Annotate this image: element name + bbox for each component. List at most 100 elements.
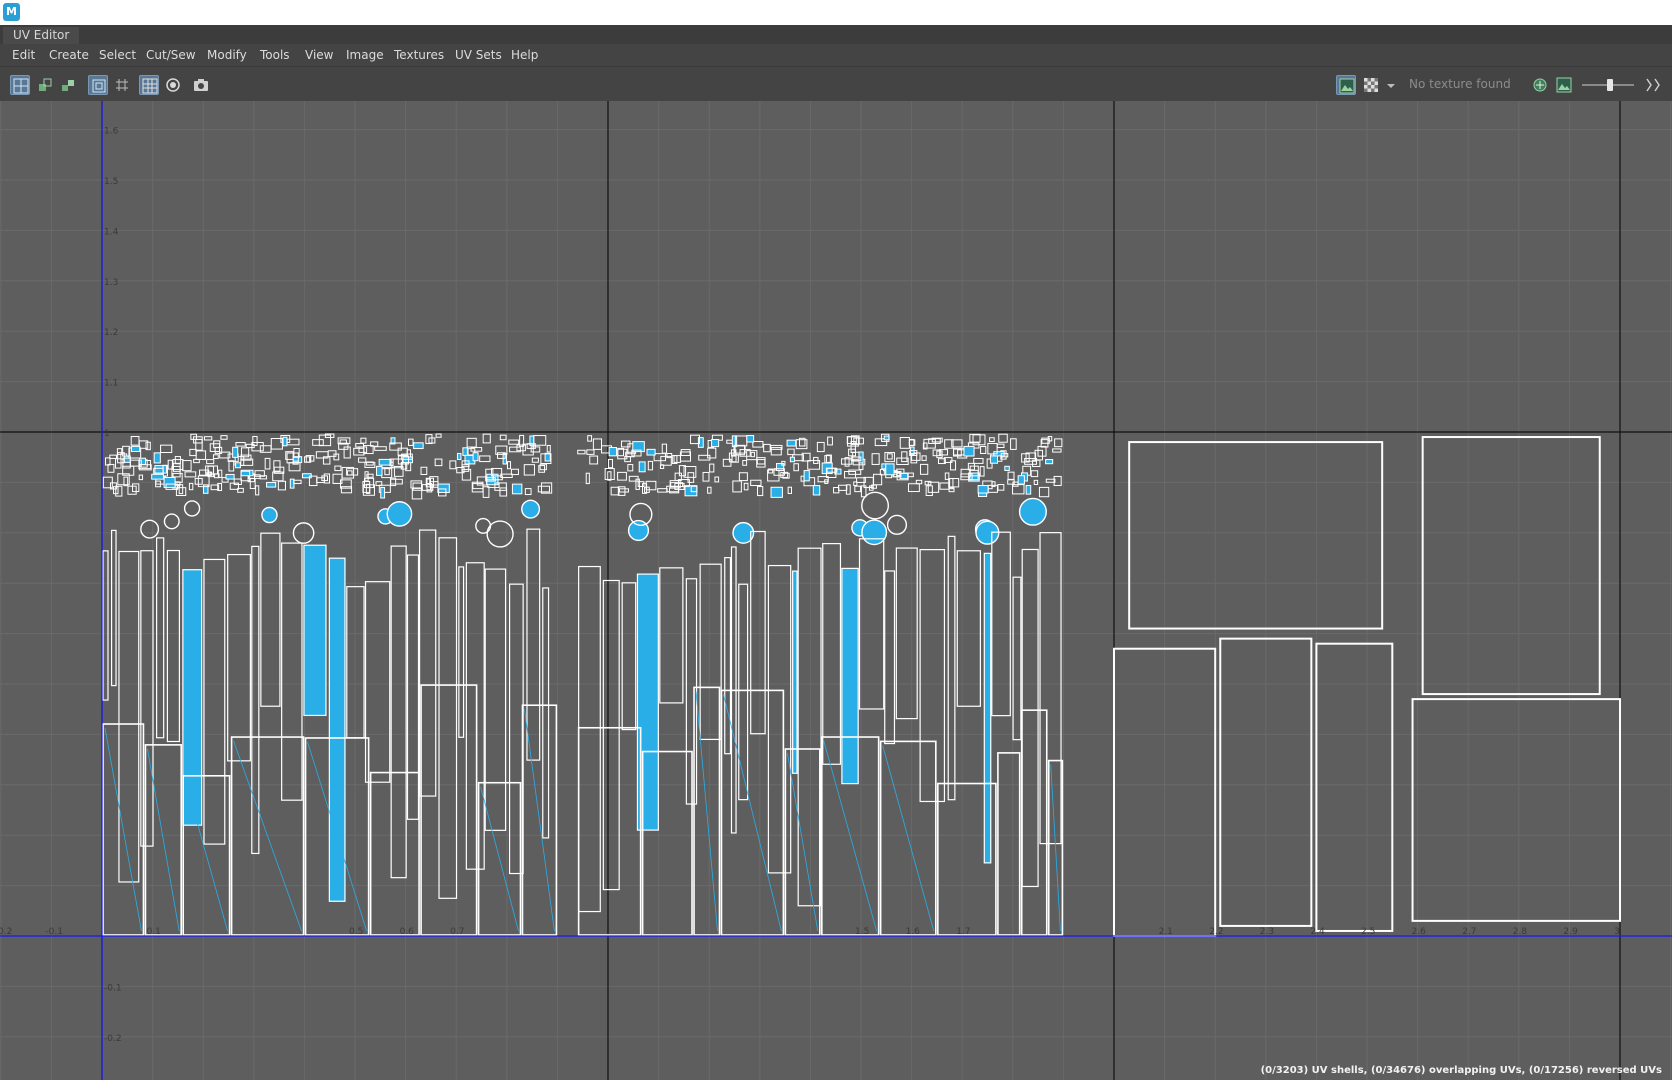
uv-shell <box>346 470 353 476</box>
v-axis-label: 1 <box>104 429 110 439</box>
panel-tab-row: UV Editor <box>0 25 1672 44</box>
menu-tools[interactable]: Tools <box>260 44 290 66</box>
uv-shell <box>714 476 720 483</box>
uv-shell <box>841 458 853 465</box>
uv-shell <box>390 478 403 485</box>
display-image-icon[interactable] <box>1336 75 1356 95</box>
texture-borders-icon[interactable] <box>112 75 132 95</box>
uv-shell <box>797 547 822 907</box>
u-axis-label: -0.2 <box>0 927 12 937</box>
uv-shell <box>380 486 386 499</box>
uv-tile-1002-shells[interactable] <box>577 433 1064 936</box>
uv-shell <box>742 460 748 466</box>
uv-shell <box>465 562 485 870</box>
u-axis-label: 3 <box>1614 927 1620 937</box>
checker-tile-icon[interactable] <box>1361 75 1381 95</box>
uv-shell <box>220 435 228 440</box>
uv-shell <box>907 483 920 493</box>
menu-edit[interactable]: Edit <box>12 44 35 66</box>
menu-help[interactable]: Help <box>511 44 538 66</box>
checker-grid-icon[interactable] <box>139 75 159 95</box>
uv-shell <box>282 436 288 447</box>
u-axis-label: 1.7 <box>956 927 970 937</box>
uv-shell <box>621 582 637 731</box>
menu-uv-sets[interactable]: UV Sets <box>455 44 502 66</box>
uv-shell <box>378 458 392 466</box>
uv-shell <box>358 446 368 453</box>
uv-shell <box>661 443 668 454</box>
uv-shell <box>303 544 327 717</box>
uv-shell <box>822 543 842 765</box>
uv-edge-selected <box>1050 764 1061 932</box>
uv-shell <box>251 545 260 855</box>
uv-shell <box>110 529 117 687</box>
uv-shell <box>763 443 771 453</box>
dropdown-arrow-icon[interactable] <box>1384 75 1398 95</box>
menu-textures[interactable]: Textures <box>394 44 444 66</box>
uv-shell <box>787 486 793 494</box>
snapshot-camera-icon[interactable] <box>191 75 211 95</box>
uv-shell <box>381 468 393 479</box>
uv-shell <box>374 446 387 451</box>
uv-shell <box>750 451 755 458</box>
uv-shell <box>738 472 748 482</box>
uv-shell <box>659 567 684 704</box>
uv-shell <box>587 435 593 442</box>
uv-shell <box>1045 459 1054 465</box>
menu-image[interactable]: Image <box>346 44 384 66</box>
uv-shell <box>827 436 833 446</box>
uv-tile-1001-shells[interactable] <box>102 433 558 936</box>
uv-smudge-icon[interactable] <box>35 75 55 95</box>
texture-status: No texture found <box>1409 77 1511 91</box>
uv-shell <box>1018 497 1047 526</box>
uv-shell <box>617 471 627 481</box>
uv-shell <box>293 479 302 485</box>
uv-viewport[interactable]: 1.6 1.5 1.4 1.3 1.2 1.1 1 -0.1 -0.2 -0.2 -0.1 0.1 0… <box>0 101 1672 1080</box>
uv-shell <box>526 528 541 761</box>
color-management-icon[interactable] <box>1554 75 1574 95</box>
uv-shell <box>1030 470 1039 478</box>
exposure-icon[interactable] <box>1530 75 1550 95</box>
menu-cut-sew[interactable]: Cut/Sew <box>146 44 196 66</box>
isolate-select-icon[interactable] <box>163 75 183 95</box>
uv-shell <box>1315 642 1394 932</box>
gamma-icon[interactable] <box>1642 75 1664 95</box>
menu-create[interactable]: Create <box>49 44 89 66</box>
uv-shell <box>195 450 207 460</box>
uv-shell <box>195 438 203 451</box>
uv-shell <box>1038 486 1050 498</box>
uv-shell <box>607 471 612 481</box>
maya-logo-icon: M <box>3 3 20 21</box>
uv-shell <box>499 434 507 441</box>
brightness-slider[interactable] <box>1578 75 1636 95</box>
uv-shell <box>1025 484 1032 495</box>
menu-select[interactable]: Select <box>99 44 136 66</box>
uv-shell <box>738 583 749 801</box>
uv-shell <box>989 437 995 443</box>
uv-shell <box>470 447 483 452</box>
uv-shell <box>939 482 950 490</box>
uv-shell <box>793 463 799 472</box>
menu-view[interactable]: View <box>305 44 333 66</box>
uv-shell <box>521 499 541 519</box>
uv-shell <box>886 514 908 535</box>
uv-shell <box>369 771 420 936</box>
v-axis-label: -0.1 <box>104 983 122 993</box>
uv-shell <box>743 482 749 491</box>
uv-editor-tab[interactable]: UV Editor <box>3 27 80 44</box>
uv-shell <box>884 570 896 745</box>
uv-lattice-icon[interactable] <box>10 75 30 95</box>
uv-shell <box>919 463 929 475</box>
menu-modify[interactable]: Modify <box>207 44 247 66</box>
uv-shell <box>193 458 200 464</box>
uv-shell <box>607 458 613 469</box>
uv-canvas[interactable]: 1.6 1.5 1.4 1.3 1.2 1.1 1 -0.1 -0.2 -0.2 -0.1 0.1 0… <box>0 101 1672 1080</box>
uv-shell <box>776 463 785 471</box>
uv-shell <box>266 481 277 488</box>
uv-shell <box>472 483 484 490</box>
uv-layout-icon[interactable] <box>58 75 78 95</box>
uv-shell <box>653 453 666 462</box>
uv-shell <box>610 486 620 496</box>
grid-display-icon[interactable] <box>88 75 108 95</box>
u-axis-label: 1.6 <box>906 927 921 937</box>
